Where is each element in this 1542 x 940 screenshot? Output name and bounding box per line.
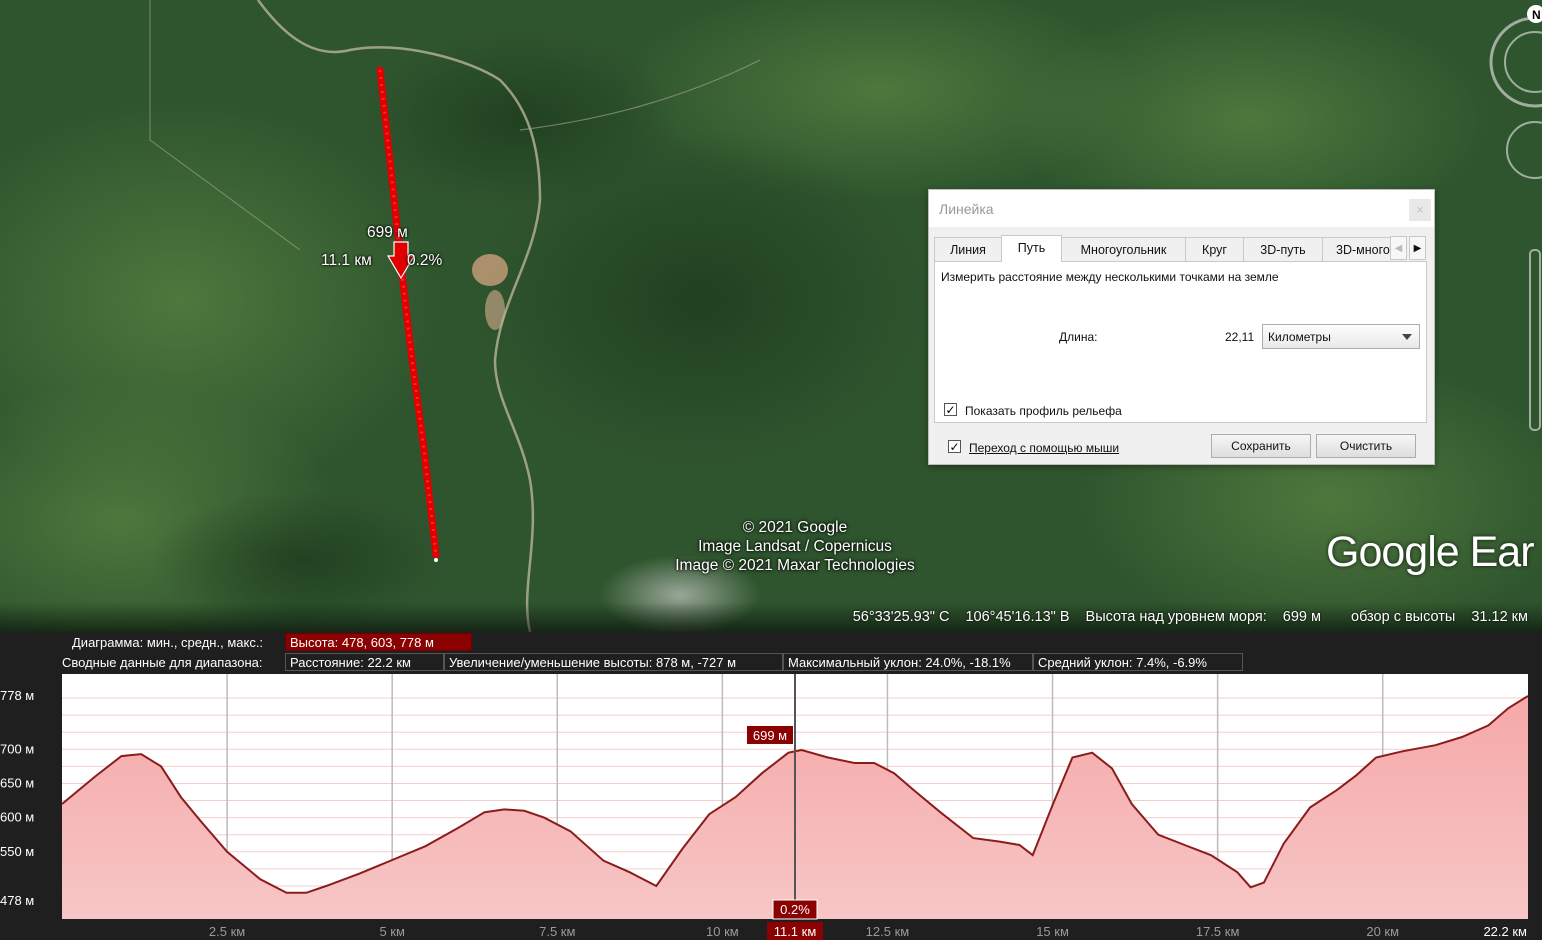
measure-description: Измерить расстояние между несколькими то…: [941, 270, 1279, 284]
y-tick-label: 600 м: [0, 810, 34, 825]
path-elevation-label: 699 м: [367, 224, 408, 241]
tab-polygon[interactable]: Многоугольник: [1061, 237, 1186, 261]
profile-summary-row-2: Сводные данные для диапазона: Расстояние…: [0, 653, 1542, 671]
x-tick-label: 17.5 км: [1196, 924, 1240, 939]
eye-altitude-readout: 31.12 км: [1471, 609, 1528, 625]
path-slope-label: 0.2%: [407, 252, 443, 269]
length-value: 22,11: [1225, 330, 1255, 344]
range-label: Сводные данные для диапазона:: [62, 655, 263, 670]
cursor-distance-label: 11.1 км: [774, 924, 817, 939]
status-bar: 56°33'25.93" С 106°45'16.13" В Высота на…: [0, 602, 1542, 632]
x-tick-label: 20 км: [1366, 924, 1399, 939]
x-tick-label: 7.5 км: [539, 924, 575, 939]
ruler-tabs: Линия Путь Многоугольник Круг 3D-путь 3D…: [934, 235, 1402, 262]
tab-scroll-right-icon[interactable]: ▶: [1409, 236, 1426, 260]
close-icon[interactable]: ×: [1409, 199, 1431, 221]
attribution-line: © 2021 Google: [742, 519, 848, 536]
x-tick-label: 15 км: [1036, 924, 1069, 939]
dialog-title: Линейка: [939, 201, 994, 217]
elevation-profile: Диаграмма: мин., средн., макс.: Высота: …: [0, 632, 1542, 940]
y-tick-label: 478 м: [0, 893, 34, 908]
y-tick-label: 700 м: [0, 741, 34, 756]
tab-circle[interactable]: Круг: [1185, 237, 1244, 261]
x-tick-label: 5 км: [379, 924, 405, 939]
x-tick-label: 2.5 км: [209, 924, 245, 939]
tab-3d-path[interactable]: 3D-путь: [1243, 237, 1323, 261]
show-profile-checkbox[interactable]: ✓: [944, 403, 957, 416]
gain-summary: Увеличение/уменьшение высоты: 878 м, -72…: [444, 653, 783, 671]
y-tick-label: 550 м: [0, 844, 34, 859]
cursor-slope-label: 0.2%: [780, 902, 810, 917]
google-earth-logo: Google Ear: [1326, 528, 1535, 576]
elevation-readout: 699 м: [1282, 609, 1321, 625]
x-tick-label: 22.2 км: [1483, 924, 1527, 939]
save-button[interactable]: Сохранить: [1211, 434, 1311, 458]
max-slope-summary: Максимальный уклон: 24.0%, -18.1%: [783, 653, 1033, 671]
length-label: Длина:: [1059, 330, 1098, 344]
imagery-attribution: © 2021 Google Image Landsat / Copernicus…: [640, 518, 950, 575]
avg-slope-summary: Средний уклон: 7.4%, -6.9%: [1033, 653, 1243, 671]
height-summary: Высота: 478, 603, 778 м: [285, 633, 472, 651]
diagram-label: Диаграмма: мин., средн., макс.:: [72, 635, 264, 650]
show-profile-label: Показать профиль рельефа: [965, 404, 1122, 418]
ruler-panel: Измерить расстояние между несколькими то…: [934, 261, 1427, 423]
distance-summary: Расстояние: 22.2 км: [285, 653, 444, 671]
dialog-titlebar[interactable]: Линейка ×: [929, 190, 1434, 227]
tab-line[interactable]: Линия: [934, 237, 1002, 261]
tab-scroll-left-icon[interactable]: ◀: [1390, 236, 1407, 260]
cursor-elevation-label: 699 м: [753, 728, 787, 743]
mouse-navigation-checkbox[interactable]: ✓: [948, 440, 961, 453]
eye-altitude-label: обзор с высоты: [1351, 609, 1456, 625]
x-tick-label: 12.5 км: [866, 924, 910, 939]
y-tick-label: 778 м: [0, 688, 34, 703]
units-select[interactable]: Километры: [1262, 324, 1420, 349]
ruler-dialog: Линейка × Линия Путь Многоугольник Круг …: [928, 189, 1435, 465]
mouse-navigation-label: Переход с помощью мыши: [969, 441, 1120, 455]
tab-path[interactable]: Путь: [1001, 235, 1062, 262]
chevron-down-icon: [1402, 334, 1412, 340]
attribution-line: Image © 2021 Maxar Technologies: [675, 557, 915, 574]
elevation-chart[interactable]: 778 м 700 м 650 м 600 м 550 м 478 м 2.5 км 5 к…: [0, 672, 1542, 940]
longitude-readout: 106°45'16.13" В: [965, 609, 1070, 625]
clear-button[interactable]: Очистить: [1316, 434, 1416, 458]
profile-summary-row-1: Диаграмма: мин., средн., макс.: Высота: …: [0, 633, 1542, 651]
latitude-readout: 56°33'25.93" С: [852, 609, 950, 625]
y-tick-label: 650 м: [0, 775, 34, 790]
attribution-line: Image Landsat / Copernicus: [698, 538, 892, 555]
path-distance-label: 11.1 км: [321, 252, 372, 269]
svg-text:N: N: [1532, 8, 1541, 22]
elevation-label: Высота над уровнем моря:: [1085, 609, 1267, 625]
x-tick-label: 10 км: [706, 924, 739, 939]
units-selected: Километры: [1268, 330, 1331, 344]
